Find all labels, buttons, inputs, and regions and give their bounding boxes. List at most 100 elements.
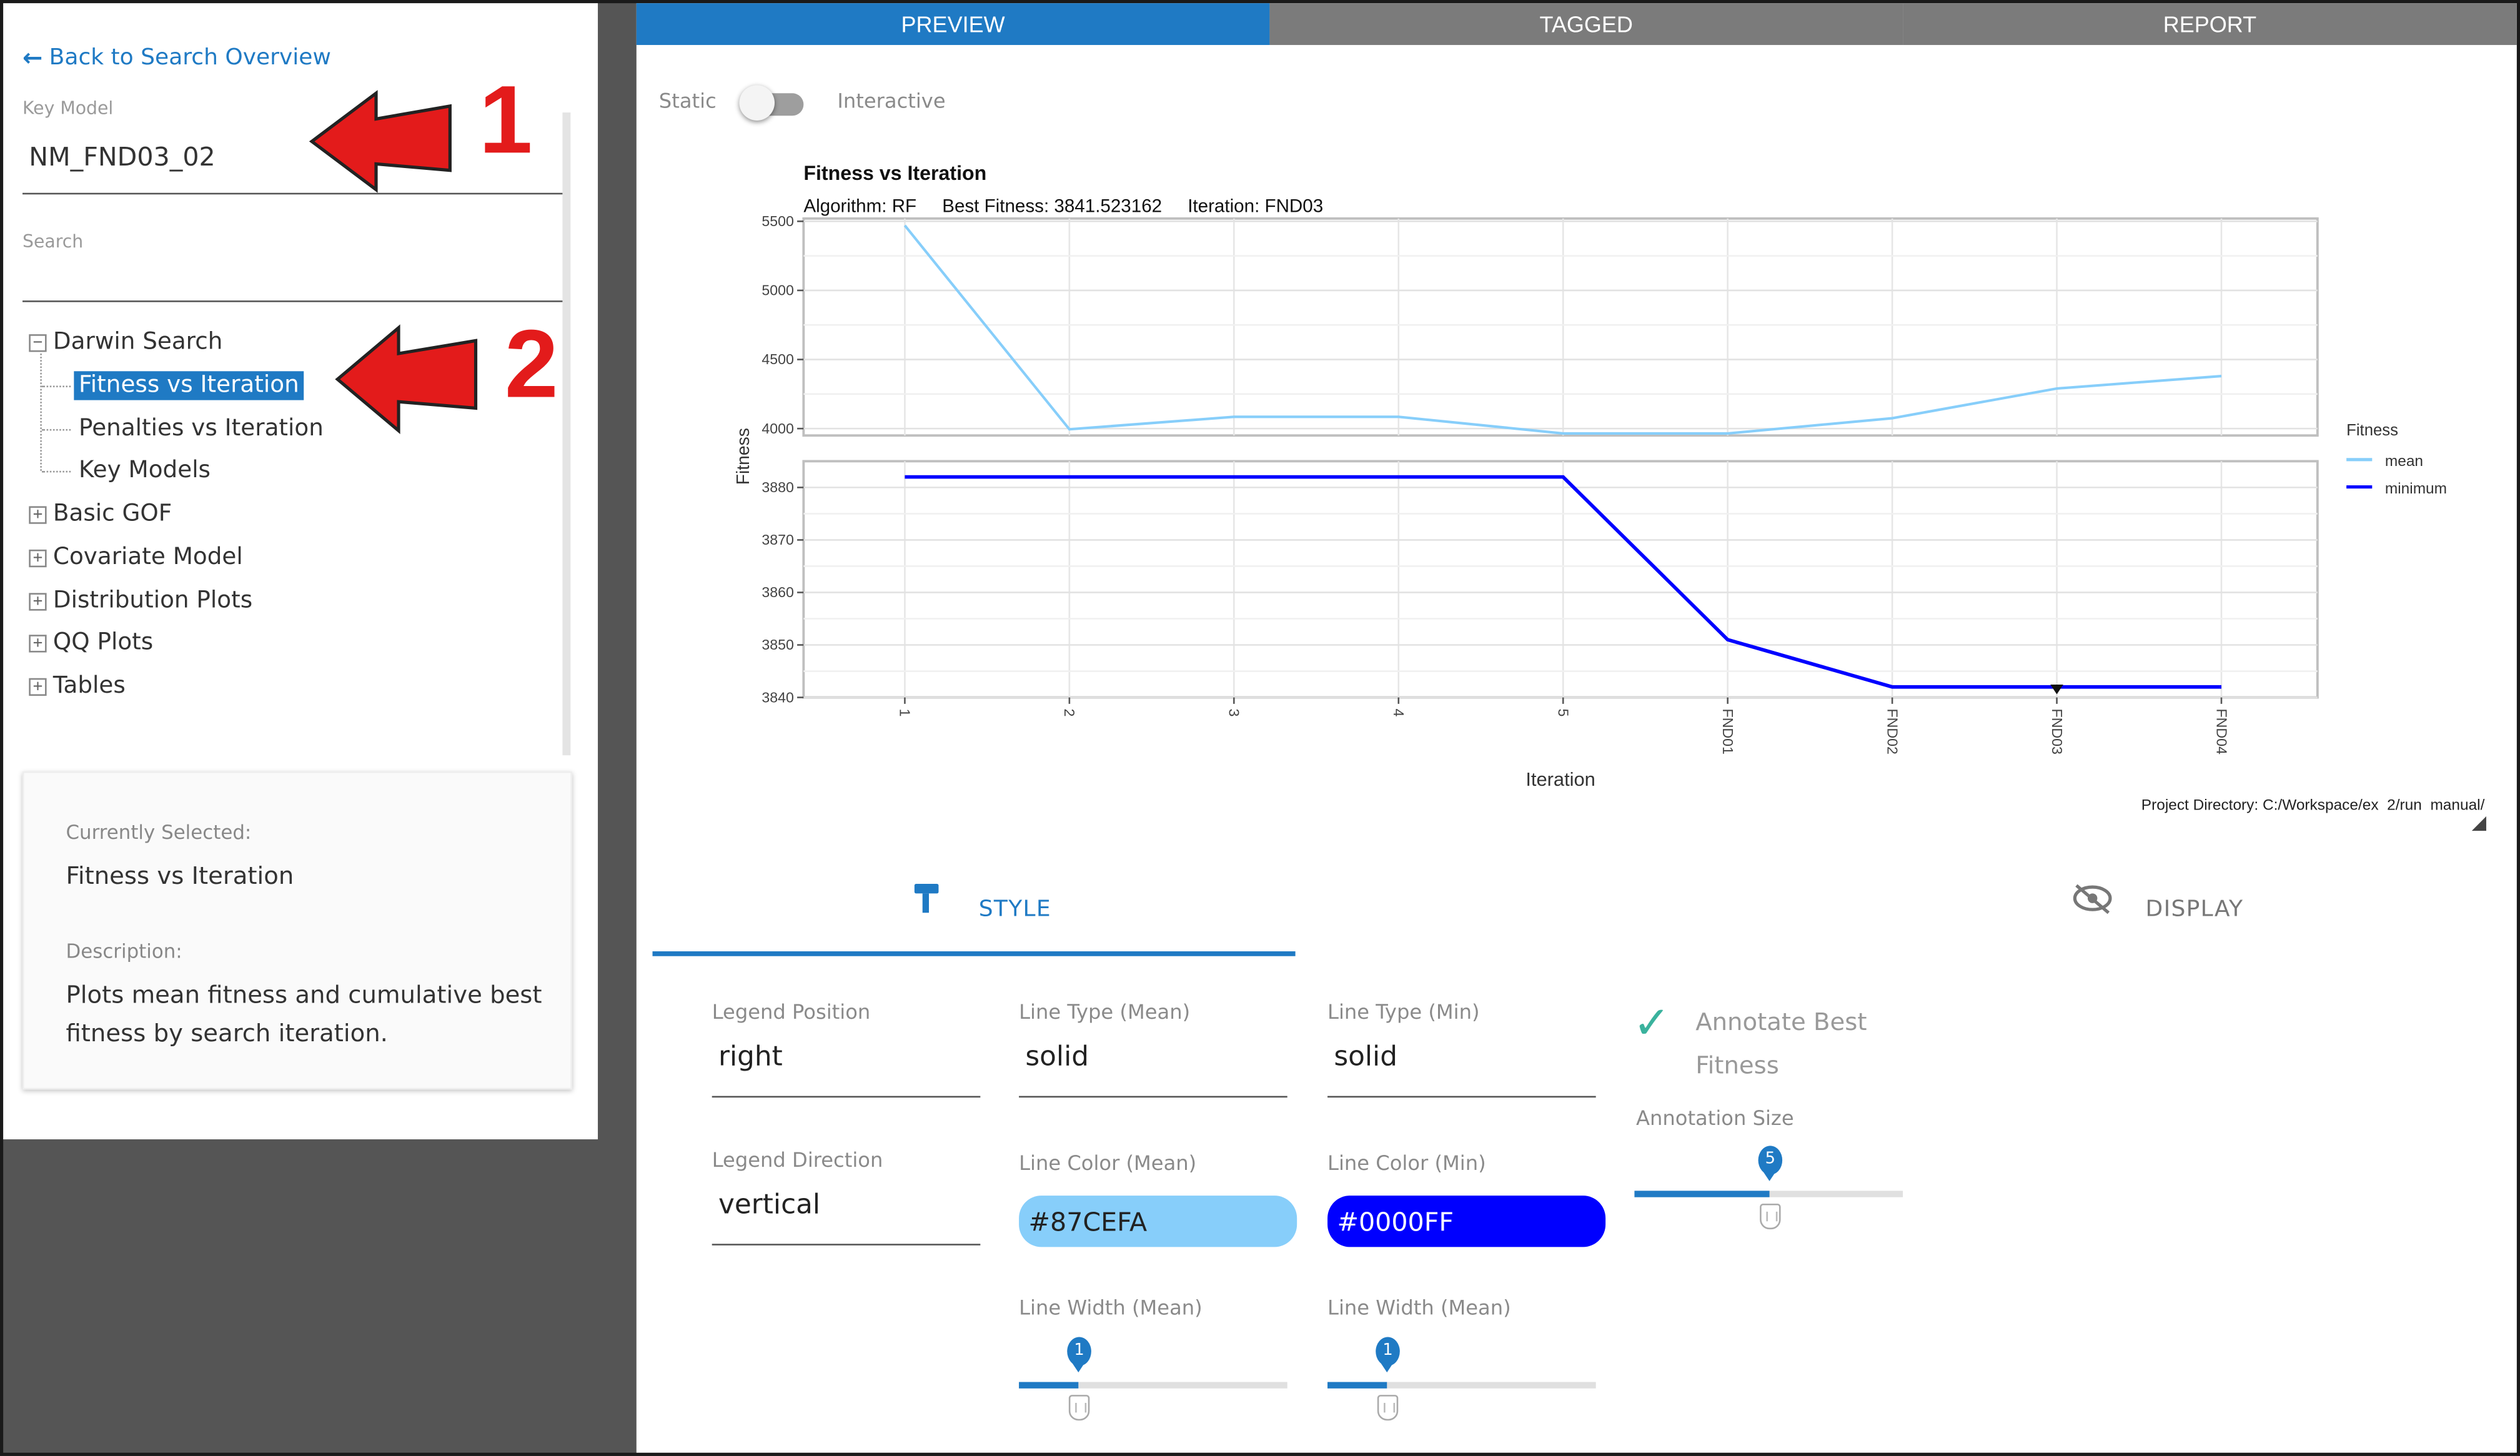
description-line-1: Plots mean fitness and cumulative best <box>66 980 542 1009</box>
line-color-min-label: Line Color (Min) <box>1327 1151 1486 1175</box>
x-tick-label: 3 <box>1226 709 1243 717</box>
tree-item-label: QQ Plots <box>52 630 154 656</box>
legend-position-label: Legend Position <box>712 999 871 1024</box>
static-label: Static <box>658 88 717 113</box>
annotation-size-slider-fill <box>1634 1191 1770 1197</box>
line-width-mean-label: Line Width (Mean) <box>1019 1295 1203 1320</box>
tree-item-distribution-plots[interactable]: + Distribution Plots <box>29 583 252 619</box>
currently-selected-label: Currently Selected: <box>66 821 252 844</box>
panel-mean-frame <box>802 217 2319 437</box>
x-tick-label: 4 <box>1391 709 1407 717</box>
expand-icon[interactable]: + <box>29 592 47 610</box>
interactive-label: Interactive <box>837 88 946 113</box>
resize-handle-icon[interactable] <box>2471 816 2486 831</box>
selection-info-card: Currently Selected: Fitness vs Iteration… <box>22 771 572 1090</box>
line-type-mean-select[interactable]: solid <box>1025 1041 1287 1073</box>
expand-icon[interactable]: + <box>29 633 47 652</box>
tree-item-fitness-vs-iteration[interactable]: Fitness vs Iteration <box>74 368 304 404</box>
sidebar-scrollbar[interactable] <box>562 112 571 756</box>
annotate-best-checkbox[interactable]: ✓ <box>1633 996 1670 1049</box>
back-to-search-link[interactable]: ← Back to Search Overview <box>22 43 331 72</box>
line-width-mean-value: 1 <box>1067 1337 1091 1366</box>
legend-position-select[interactable]: right <box>718 1041 980 1073</box>
tree-item-label: Basic GOF <box>52 501 172 527</box>
tree-item-label: Darwin Search <box>52 329 223 355</box>
tab-style[interactable]: STYLE <box>979 897 1051 923</box>
y-tick-label: 5000 <box>761 282 793 299</box>
search-label: Search <box>22 231 84 252</box>
tree-item-tables[interactable]: + Tables <box>29 668 126 704</box>
line-type-min-label: Line Type (Min) <box>1327 999 1480 1024</box>
tree-item-darwin-search[interactable]: − Darwin Search <box>29 325 222 360</box>
line-type-min-underline <box>1327 1096 1596 1098</box>
tree-item-covariate-model[interactable]: + Covariate Model <box>29 540 243 575</box>
line-width-min-handle[interactable] <box>1377 1395 1399 1421</box>
toggle-knob[interactable] <box>739 85 775 121</box>
tab-tagged[interactable]: TAGGED <box>1269 3 1903 46</box>
y-tick-label: 3840 <box>761 689 793 705</box>
view-tabs: PREVIEW TAGGED REPORT <box>636 3 2517 46</box>
annotate-best-label-line1: Annotate Best <box>1695 1008 1867 1037</box>
x-tick-label: FND01 <box>1720 709 1736 755</box>
x-tick-label: FND02 <box>1884 709 1900 755</box>
tree-item-key-models[interactable]: Key Models <box>79 453 211 489</box>
line-color-min-input[interactable]: #0000FF <box>1327 1196 1606 1247</box>
annotation-size-value: 5 <box>1758 1146 1783 1175</box>
legend-position-underline <box>712 1096 981 1098</box>
sidebar: ← Back to Search Overview Key Model NM_F… <box>3 3 598 1140</box>
tab-preview[interactable]: PREVIEW <box>636 3 1270 46</box>
expand-icon[interactable]: + <box>29 548 47 567</box>
y-axis-label: Fitness <box>733 428 753 485</box>
tree-item-qq-plots[interactable]: + QQ Plots <box>29 625 153 661</box>
tree-item-basic-gof[interactable]: + Basic GOF <box>29 497 172 532</box>
y-tick-label: 3860 <box>761 584 793 600</box>
y-axis-ticks: 4000 4500 5000 5500 3840 3850 3860 3870 3880 <box>761 213 804 705</box>
legend-label-mean: mean <box>2385 453 2423 470</box>
main-panel: PREVIEW TAGGED REPORT Static Interactive… <box>636 3 2517 1453</box>
fitness-chart: Fitness vs Iteration Algorithm: RF Best … <box>733 162 2486 831</box>
y-tick-label: 3850 <box>761 636 793 653</box>
line-type-mean-label: Line Type (Mean) <box>1019 999 1191 1024</box>
x-tick-label: 2 <box>1061 709 1078 717</box>
line-type-min-select[interactable]: solid <box>1334 1041 1595 1073</box>
key-model-field[interactable]: NM_FND03_02 <box>29 141 215 172</box>
search-input[interactable] <box>22 260 562 299</box>
y-tick-label: 3870 <box>761 532 793 548</box>
expand-icon[interactable]: + <box>29 505 47 523</box>
line-width-mean-handle[interactable] <box>1068 1395 1090 1421</box>
active-tab-underline <box>652 951 1296 956</box>
annotation-number-1: 1 <box>479 66 533 174</box>
x-tick-label: 1 <box>897 709 913 717</box>
line-width-mean-slider-fill <box>1019 1382 1079 1389</box>
x-tick-label: 5 <box>1555 709 1571 717</box>
chart-subtitle: Algorithm: RF Best Fitness: 3841.523162 … <box>803 196 1323 217</box>
line-width-min-slider-fill <box>1327 1382 1387 1389</box>
line-width-min-value: 1 <box>1376 1337 1400 1366</box>
line-width-min-label: Line Width (Mean) <box>1327 1295 1511 1320</box>
tree-item-label: Key Models <box>79 458 211 484</box>
y-tick-label: 4000 <box>761 420 793 437</box>
line-color-mean-input[interactable]: #87CEFA <box>1019 1196 1297 1247</box>
y-tick-label: 4500 <box>761 351 793 367</box>
annotation-size-handle[interactable] <box>1760 1203 1781 1230</box>
description-label: Description: <box>66 940 182 963</box>
annotation-number-2: 2 <box>504 310 558 418</box>
expand-icon[interactable]: + <box>29 677 47 695</box>
line-color-mean-label: Line Color (Mean) <box>1019 1151 1197 1175</box>
x-tick-label: FND04 <box>2213 709 2230 755</box>
arrow-left-icon: ← <box>22 43 43 72</box>
annotation-size-label: Annotation Size <box>1636 1106 1794 1130</box>
x-axis-label: Iteration <box>1525 768 1595 790</box>
panel-minimum-frame <box>802 460 2319 699</box>
tab-report[interactable]: REPORT <box>1903 3 2517 46</box>
legend-direction-select[interactable]: vertical <box>718 1189 980 1221</box>
tree-item-label: Distribution Plots <box>52 588 253 614</box>
key-model-underline <box>22 192 563 195</box>
collapse-icon[interactable]: − <box>29 333 47 352</box>
tab-display[interactable]: DISPLAY <box>2146 897 2244 923</box>
tree-item-penalties-vs-iteration[interactable]: Penalties vs Iteration <box>79 412 324 447</box>
tree-item-label: Tables <box>52 673 126 700</box>
annotate-best-label: Annotate Best Fitness <box>1695 1001 1867 1088</box>
eye-off-icon <box>2073 884 2112 914</box>
tree-item-label: Penalties vs Iteration <box>79 416 324 442</box>
